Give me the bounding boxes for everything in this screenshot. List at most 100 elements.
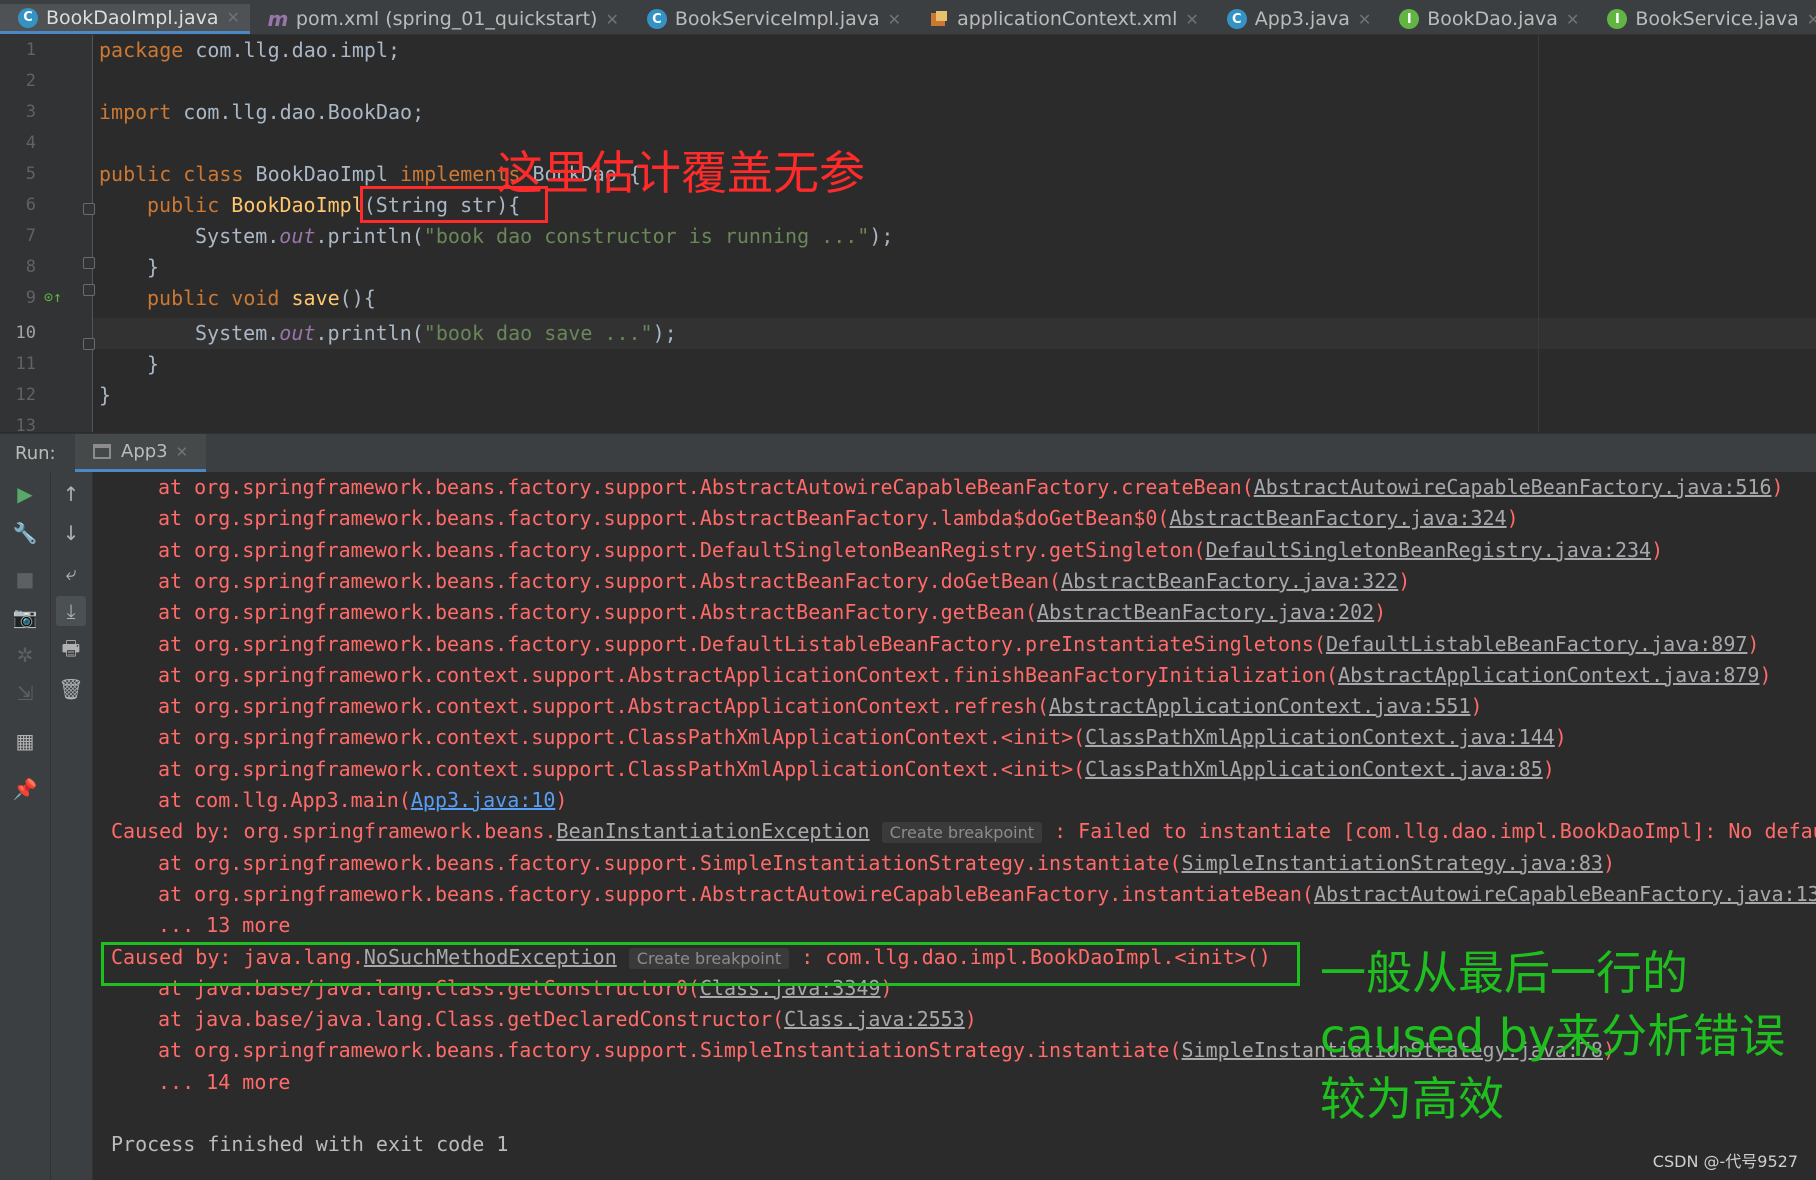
more-frames-line[interactable]: ... 13 more <box>158 910 290 941</box>
line-number[interactable]: 1 <box>0 35 36 66</box>
close-icon[interactable]: ✕ <box>605 10 618 29</box>
fold-marker-icon[interactable] <box>83 257 95 269</box>
print-icon[interactable]: 🖶 <box>56 636 86 666</box>
stack-trace-line[interactable]: at org.springframework.beans.factory.sup… <box>158 597 1386 628</box>
stack-trace-line[interactable]: at org.springframework.context.support.C… <box>158 722 1567 753</box>
source-link[interactable]: AbstractAutowireCapableBeanFactory.java:… <box>1254 475 1772 499</box>
line-number[interactable]: 11 <box>0 349 36 380</box>
close-icon[interactable]: ✕ <box>226 8 239 27</box>
source-link[interactable]: Class.java:2553 <box>784 1007 965 1031</box>
line-number[interactable]: 10 <box>0 318 36 349</box>
code-line-11[interactable]: } <box>147 349 159 380</box>
create-breakpoint-hint[interactable]: Create breakpoint <box>881 822 1043 844</box>
tab-app3-java[interactable]: C App3.java ✕ <box>1209 4 1381 34</box>
rerun-icon[interactable]: ▶ <box>10 479 40 509</box>
stack-trace-line[interactable]: at org.springframework.beans.factory.sup… <box>158 503 1519 534</box>
stack-trace-line[interactable]: at com.llg.App3.main(App3.java:10) <box>158 785 567 816</box>
exit-icon[interactable]: ⇲ <box>10 678 40 708</box>
exception-link[interactable]: BeanInstantiationException <box>557 819 870 843</box>
tab-label: pom.xml (spring_01_quickstart) <box>295 8 598 30</box>
fold-marker-icon[interactable] <box>83 203 95 215</box>
code-line-10[interactable]: System.out.println("book dao save ..."); <box>195 318 677 349</box>
source-link[interactable]: AbstractAutowireCapableBeanFactory.java:… <box>1314 882 1816 906</box>
line-number[interactable]: 9 <box>0 283 36 314</box>
source-link[interactable]: AbstractBeanFactory.java:202 <box>1037 600 1374 624</box>
stack-trace-line[interactable]: at org.springframework.beans.factory.sup… <box>158 566 1410 597</box>
stack-trace-line[interactable]: at org.springframework.beans.factory.sup… <box>158 472 1784 503</box>
tab-bookserviceimpl-java[interactable]: C BookServiceImpl.java ✕ <box>629 4 911 34</box>
stack-trace-line[interactable]: at org.springframework.beans.factory.sup… <box>158 535 1663 566</box>
line-number[interactable]: 6 <box>0 190 36 221</box>
camera-icon[interactable]: 📷 <box>10 602 40 632</box>
close-icon[interactable]: ✕ <box>176 443 189 461</box>
fold-marker-icon[interactable] <box>83 338 95 350</box>
scroll-to-end-icon[interactable]: ⤓ <box>56 596 86 626</box>
line-number[interactable]: 7 <box>0 221 36 252</box>
stack-trace-line[interactable]: at java.base/java.lang.Class.getDeclared… <box>158 1004 977 1035</box>
source-link[interactable]: App3.java:10 <box>411 788 556 812</box>
tab-bookdao-java[interactable]: I BookDao.java ✕ <box>1381 4 1589 34</box>
code-line-8[interactable]: } <box>147 252 159 283</box>
close-icon[interactable]: ✕ <box>1185 10 1198 29</box>
implementing-method-icon[interactable]: ⊙↑ <box>44 282 62 313</box>
layout-icon[interactable]: ▦ <box>10 726 40 756</box>
line-number[interactable]: 5 <box>0 159 36 190</box>
line-number[interactable]: 4 <box>0 128 36 159</box>
line-number[interactable]: 2 <box>0 66 36 97</box>
stack-trace-line[interactable]: at org.springframework.context.support.A… <box>158 691 1483 722</box>
close-icon[interactable]: ✕ <box>1807 10 1816 29</box>
line-number[interactable]: 3 <box>0 97 36 128</box>
tab-pom-xml-spring-01-quickstart[interactable]: m pom.xml (spring_01_quickstart) ✕ <box>250 4 629 34</box>
run-tool-window-header: Run: App3 ✕ <box>0 433 1816 472</box>
pin-icon[interactable]: 📌 <box>10 774 40 804</box>
root-cause-highlight-box <box>101 942 1300 986</box>
code-line-1[interactable]: package com.llg.dao.impl; <box>99 35 400 66</box>
stack-trace-line[interactable]: at org.springframework.beans.factory.sup… <box>158 879 1816 910</box>
source-link[interactable]: ClassPathXmlApplicationContext.java:144 <box>1085 725 1555 749</box>
line-number[interactable]: 8 <box>0 252 36 283</box>
debug-icon[interactable]: ✲ <box>10 640 40 670</box>
tab-bookservice-java[interactable]: I BookService.java ✕ <box>1589 4 1816 34</box>
line-number[interactable]: 12 <box>0 380 36 411</box>
source-link[interactable]: AbstractBeanFactory.java:322 <box>1061 569 1398 593</box>
source-link[interactable]: AbstractApplicationContext.java:551 <box>1049 694 1470 718</box>
caused-by-line[interactable]: Caused by: org.springframework.beans.Bea… <box>111 816 1816 847</box>
code-line-7[interactable]: System.out.println("book dao constructor… <box>195 221 893 252</box>
stack-trace-line[interactable]: at org.springframework.context.support.C… <box>158 754 1555 785</box>
tab-label: BookDao.java <box>1427 8 1558 30</box>
tab-applicationcontext-xml[interactable]: applicationContext.xml ✕ <box>911 4 1209 34</box>
run-tab-label: App3 <box>121 441 168 462</box>
tab-bookdaoimpl-java[interactable]: C BookDaoImpl.java ✕ <box>0 4 250 34</box>
editor-gutter[interactable]: ⊙↑ 1 2 3 4 5 6 7 8 9 10 11 12 13 <box>0 35 95 432</box>
trash-icon[interactable]: 🗑 <box>56 674 86 704</box>
arrow-down-icon[interactable]: ↓ <box>56 518 86 548</box>
more-frames-line[interactable]: ... 14 more <box>158 1067 290 1098</box>
run-tab-app3[interactable]: App3 ✕ <box>75 434 207 472</box>
stack-trace-line[interactable]: at org.springframework.beans.factory.sup… <box>158 629 1759 660</box>
source-link[interactable]: SimpleInstantiationStrategy.java:83 <box>1182 851 1603 875</box>
line-number[interactable]: 13 <box>0 411 36 432</box>
source-link[interactable]: AbstractBeanFactory.java:324 <box>1169 506 1506 530</box>
code-line-9[interactable]: public void save(){ <box>147 283 376 314</box>
code-line-12[interactable]: } <box>99 380 111 411</box>
arrow-up-icon[interactable]: ↑ <box>56 479 86 509</box>
code-line-3[interactable]: import com.llg.dao.BookDao; <box>99 97 424 128</box>
close-icon[interactable]: ✕ <box>1566 10 1579 29</box>
source-link[interactable]: DefaultSingletonBeanRegistry.java:234 <box>1206 538 1652 562</box>
interface-file-icon: I <box>1399 9 1420 29</box>
close-icon[interactable]: ✕ <box>888 10 901 29</box>
code-editor[interactable]: ⊙↑ 1 2 3 4 5 6 7 8 9 10 11 12 13 package com.llg.dao… <box>0 35 1816 432</box>
fold-marker-icon[interactable] <box>83 284 95 296</box>
stack-trace-line[interactable]: at org.springframework.beans.factory.sup… <box>158 848 1615 879</box>
close-icon[interactable]: ✕ <box>1358 10 1371 29</box>
soft-wrap-icon[interactable]: ⤶ <box>56 558 86 588</box>
stop-icon[interactable]: ■ <box>10 564 40 594</box>
source-link[interactable]: ClassPathXmlApplicationContext.java:85 <box>1085 757 1543 781</box>
interface-file-icon: I <box>1607 9 1628 29</box>
source-link[interactable]: AbstractApplicationContext.java:879 <box>1338 663 1759 687</box>
watermark: CSDN @-代号9527 <box>1652 1152 1798 1171</box>
wrench-icon[interactable]: 🔧 <box>10 518 40 548</box>
source-link[interactable]: DefaultListableBeanFactory.java:897 <box>1326 632 1747 656</box>
stack-trace-line[interactable]: at org.springframework.context.support.A… <box>158 660 1772 691</box>
process-exit-line[interactable]: Process finished with exit code 1 <box>111 1129 508 1160</box>
